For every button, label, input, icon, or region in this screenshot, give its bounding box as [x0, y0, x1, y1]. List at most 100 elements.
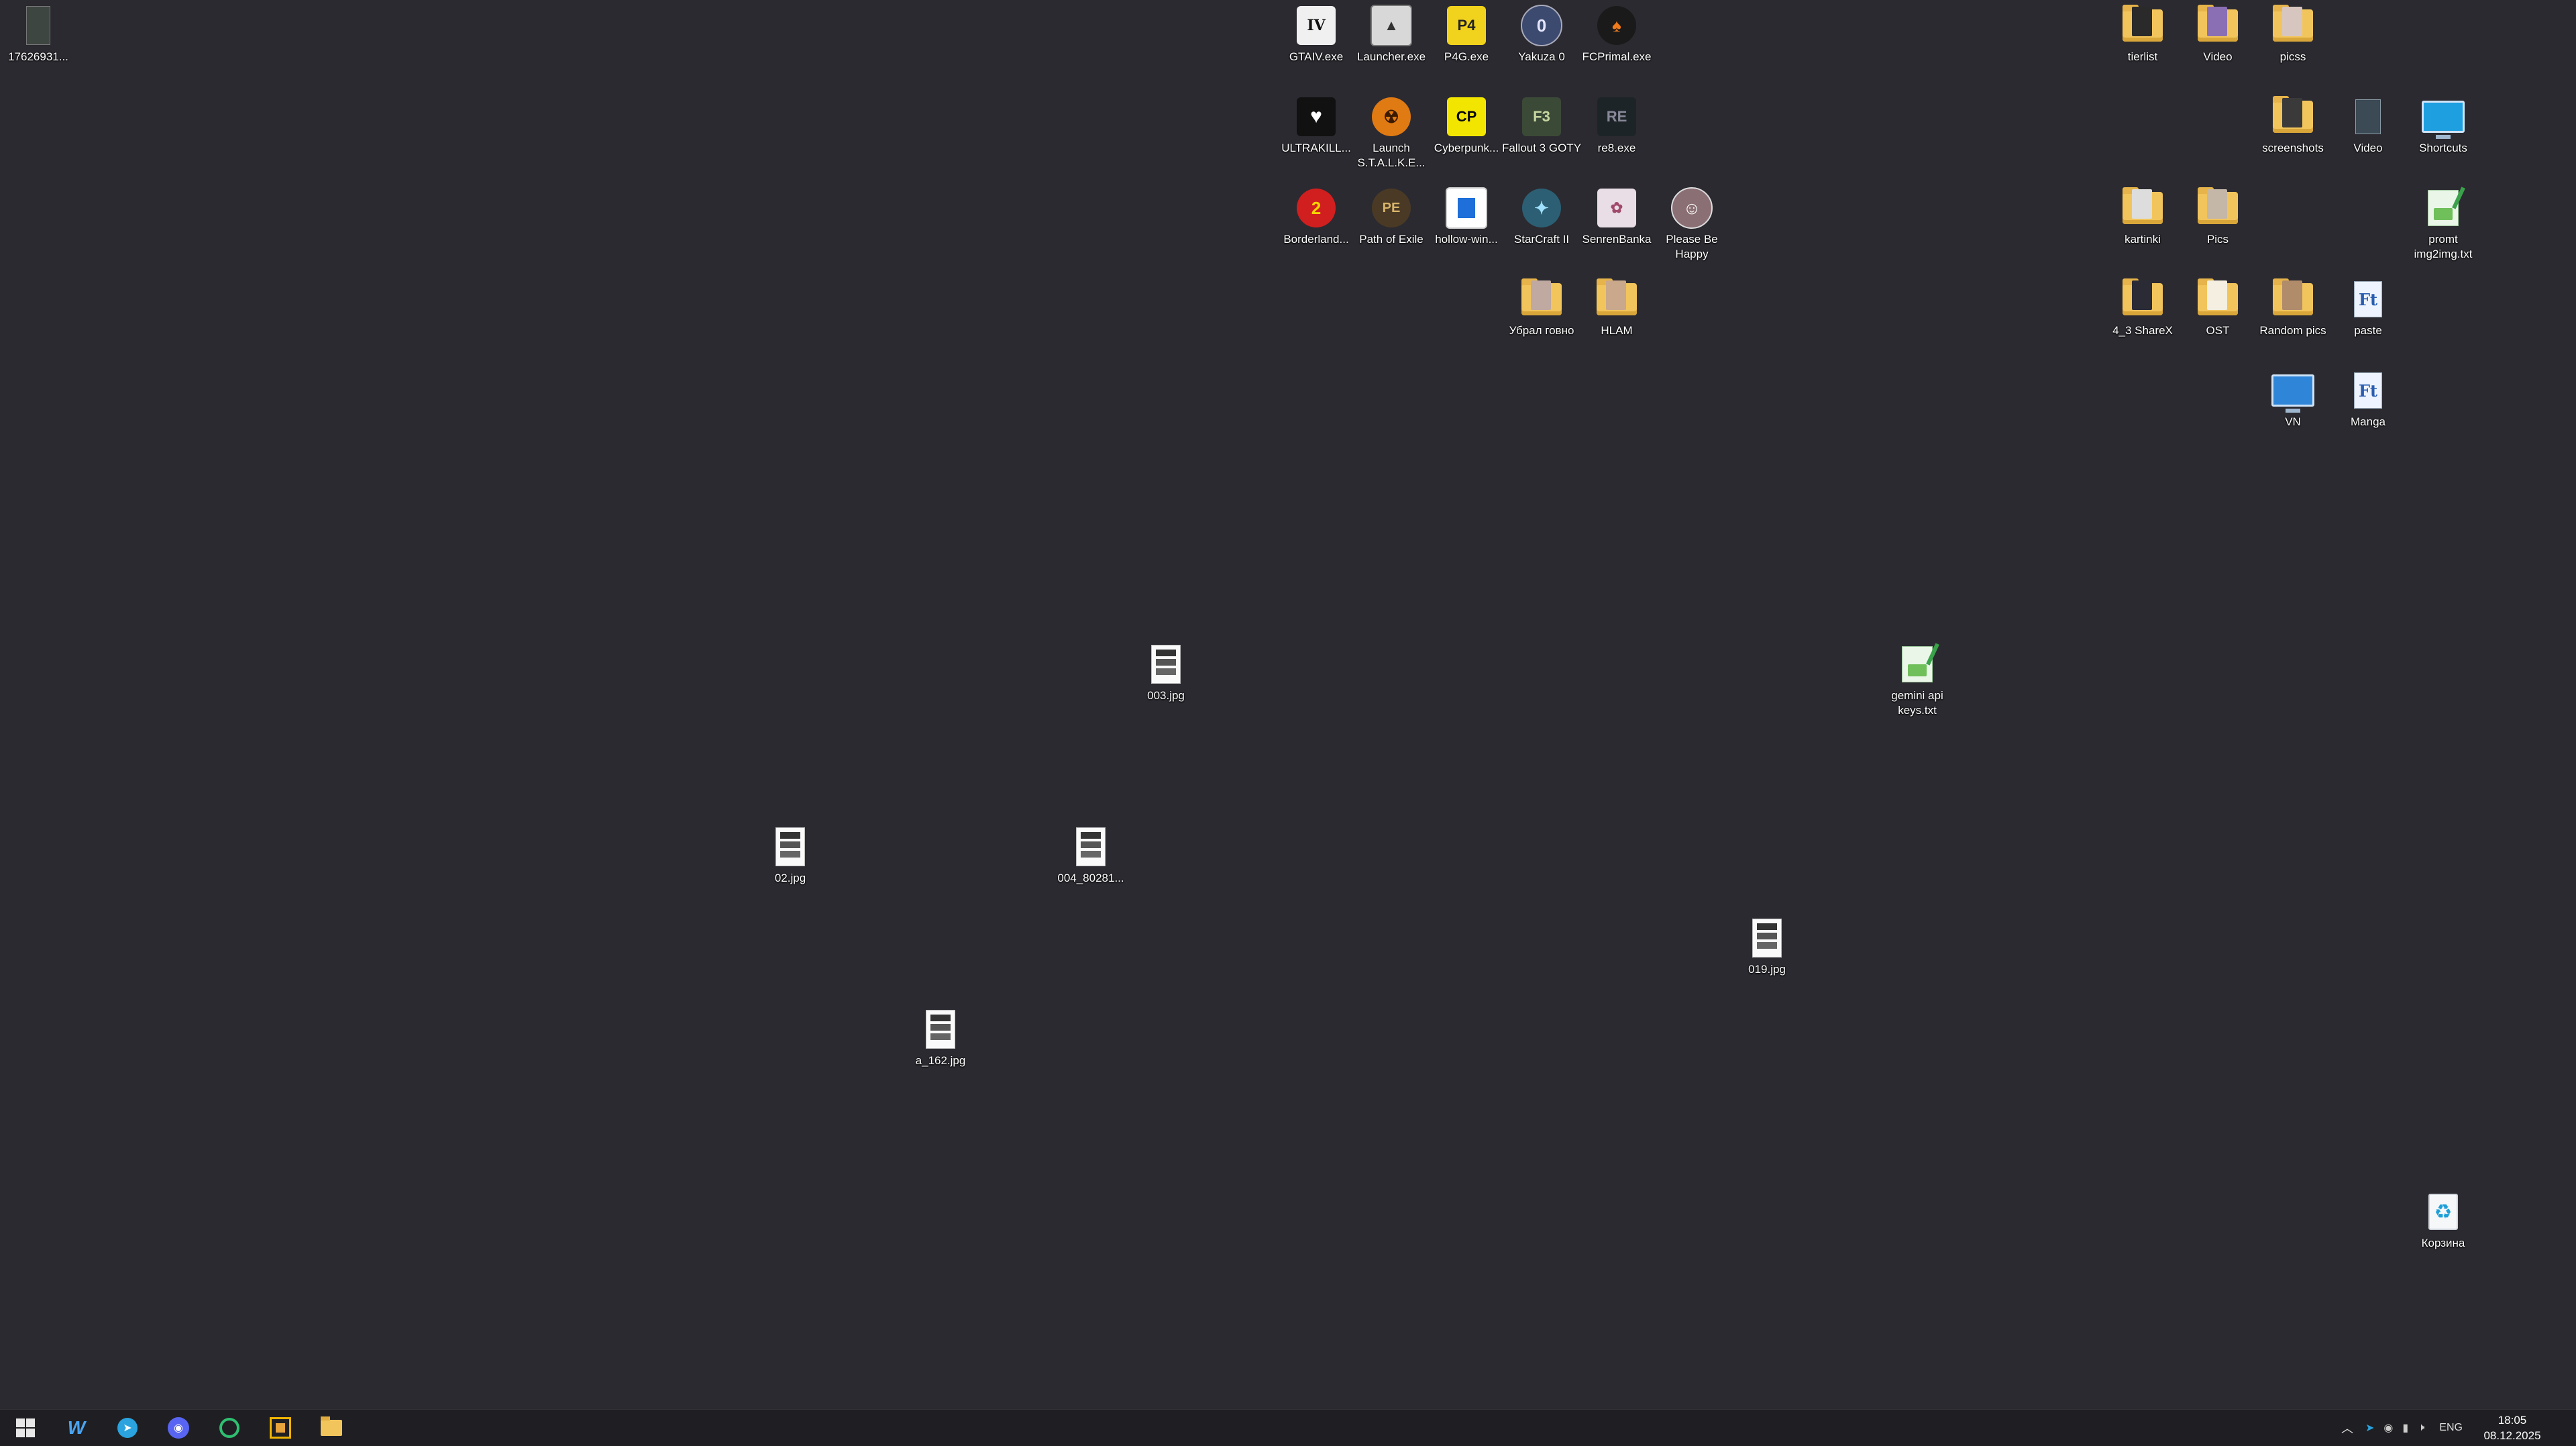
desktop-icon-a-162-jpg[interactable]: a_162.jpg: [900, 1004, 981, 1084]
folder-icon: [2271, 278, 2314, 321]
icon-label: HLAM: [1601, 324, 1633, 337]
stalker-icon: ☢: [1370, 95, 1413, 138]
desktop-icon-019-jpg[interactable]: 019.jpg: [1727, 913, 1807, 993]
desktop-icon-video-folder[interactable]: Video: [2178, 0, 2258, 81]
desktop-icon-p4g[interactable]: P4 P4G.exe: [1426, 0, 1507, 81]
desktop-icon-cyberpunk[interactable]: CP Cyberpunk...: [1426, 91, 1507, 172]
hollow-icon: [1445, 187, 1488, 229]
language-indicator[interactable]: ENG: [2439, 1422, 2463, 1434]
chevron-up-icon[interactable]: ︿: [2341, 1419, 2353, 1437]
taskbar-telegram[interactable]: ➤: [114, 1414, 141, 1441]
start-button[interactable]: [12, 1414, 39, 1441]
desktop-icon-borderlands[interactable]: 2 Borderland...: [1276, 183, 1356, 263]
desktop-icon-4-3-sharex[interactable]: 4_3 ShareX: [2102, 274, 2183, 354]
text-file-icon: [2422, 187, 2465, 229]
desktop-icon-17626931[interactable]: 17626931...: [0, 0, 78, 81]
desktop-icon-gemini-api-keys[interactable]: gemini api keys.txt: [1877, 639, 1957, 719]
icon-label: VN: [2285, 415, 2301, 428]
desktop-icon-003-jpg[interactable]: 003.jpg: [1126, 639, 1206, 719]
taskbar-sharex[interactable]: [267, 1414, 294, 1441]
telegram-tray-icon[interactable]: ➤: [2365, 1421, 2374, 1435]
desktop-icon-recycle-bin[interactable]: ♻ Корзина: [2403, 1186, 2483, 1267]
folder-icon: [321, 1416, 342, 1436]
desktop-icon-004-80281[interactable]: 004_80281...: [1051, 821, 1131, 902]
fcprimal-icon: ♠: [1595, 4, 1638, 47]
folder-icon: [2121, 187, 2164, 229]
windows-icon: [16, 1418, 35, 1437]
recycle-bin-icon: ♻: [2422, 1190, 2465, 1233]
senren-icon: ✿: [1595, 187, 1638, 229]
icon-label: Please Be Happy: [1666, 233, 1718, 260]
desktop-icon-re8[interactable]: RE re8.exe: [1576, 91, 1657, 172]
desktop-icon-promt-img2img[interactable]: promt img2img.txt: [2403, 183, 2483, 263]
desktop-icon-senrenbanka[interactable]: ✿ SenrenBanka: [1576, 183, 1657, 263]
icon-label: ULTRAKILL...: [1281, 142, 1351, 154]
desktop-icon-manga[interactable]: Ft Manga: [2328, 365, 2408, 446]
icon-label: GTAIV.exe: [1289, 50, 1344, 63]
telegram-icon: ➤: [117, 1418, 138, 1438]
taskbar-w-app[interactable]: W: [63, 1414, 90, 1441]
re8-icon: RE: [1595, 95, 1638, 138]
icon-label: Borderland...: [1283, 233, 1349, 246]
icon-label: gemini api keys.txt: [1891, 689, 1943, 717]
desktop-icon-ultrakill[interactable]: ♥ ULTRAKILL...: [1276, 91, 1356, 172]
desktop-icon-yakuza[interactable]: 0 Yakuza 0: [1501, 0, 1582, 81]
folder-icon: [2121, 278, 2164, 321]
desktop-icon-ubral-govno[interactable]: Убрал говно: [1501, 274, 1582, 354]
desktop-icon-kartinki[interactable]: kartinki: [2102, 183, 2183, 263]
desktop-icon-pics[interactable]: Pics: [2178, 183, 2258, 263]
icon-label: OST: [2206, 324, 2230, 337]
desktop-icon-path-of-exile[interactable]: PE Path of Exile: [1351, 183, 1432, 263]
w-app-icon: W: [67, 1417, 86, 1438]
clock[interactable]: 18:05 08.12.2025: [2475, 1412, 2549, 1443]
desktop-icon-hlam[interactable]: HLAM: [1576, 274, 1657, 354]
gtaiv-icon: IV: [1295, 4, 1338, 47]
desktop-icon-ost[interactable]: OST: [2178, 274, 2258, 354]
desktop-icon-paste[interactable]: Ft paste: [2328, 274, 2408, 354]
taskbar-discord[interactable]: ◉: [165, 1414, 192, 1441]
desktop-icon-please-be-happy[interactable]: ☺ Please Be Happy: [1652, 183, 1732, 263]
shield-icon[interactable]: ▮: [2402, 1421, 2408, 1435]
desktop-icon-hollow-win[interactable]: hollow-win...: [1426, 183, 1507, 263]
launcher-icon: ▲: [1370, 4, 1413, 47]
icon-label: 019.jpg: [1748, 963, 1786, 976]
icon-label: Yakuza 0: [1518, 50, 1565, 63]
clock-date: 08.12.2025: [2483, 1429, 2541, 1442]
taskbar-file-explorer[interactable]: [318, 1414, 345, 1441]
discord-icon: ◉: [168, 1417, 189, 1439]
icon-label: Random pics: [2259, 324, 2326, 337]
speaker-icon[interactable]: 🕨: [2418, 1422, 2424, 1434]
desktop-icon-tierlist[interactable]: tierlist: [2102, 0, 2183, 81]
font-file-icon: Ft: [2347, 369, 2390, 412]
image-file-icon: [17, 4, 60, 47]
desktop-icon-launcher[interactable]: ▲ Launcher.exe: [1351, 0, 1432, 81]
cyberpunk-icon: CP: [1445, 95, 1488, 138]
desktop-icon-stalker[interactable]: ☢ Launch S.T.A.L.K.E...: [1351, 91, 1432, 172]
folder-icon: [2196, 4, 2239, 47]
p4g-icon: P4: [1445, 4, 1488, 47]
desktop-icon-shortcuts[interactable]: Shortcuts: [2403, 91, 2483, 172]
taskbar-green-app[interactable]: [216, 1414, 243, 1441]
taskbar: W ➤ ◉ ︿ ➤ ◉ ▮ 🕨 ENG 18:05 08.12.2025: [0, 1409, 2576, 1446]
icon-label: Launcher.exe: [1356, 50, 1426, 63]
icon-label: Path of Exile: [1359, 233, 1424, 246]
desktop-icon-vn[interactable]: VN: [2253, 365, 2333, 446]
icon-label: StarCraft II: [1513, 233, 1570, 246]
desktop-icon-screenshots[interactable]: screenshots: [2253, 91, 2333, 172]
desktop-icon-random-pics[interactable]: Random pics: [2253, 274, 2333, 354]
desktop-icon-gtaiv[interactable]: IV GTAIV.exe: [1276, 0, 1356, 81]
icon-label: 004_80281...: [1057, 872, 1124, 884]
text-file-icon: [1896, 643, 1939, 686]
folder-icon: [1595, 278, 1638, 321]
desktop-icon-fallout3[interactable]: F3 Fallout 3 GOTY: [1501, 91, 1582, 172]
desktop-icon-video-shortcut[interactable]: Video: [2328, 91, 2408, 172]
borderlands-icon: 2: [1295, 187, 1338, 229]
icon-label: SenrenBanka: [1582, 233, 1652, 246]
desktop-icon-02-jpg[interactable]: 02.jpg: [750, 821, 830, 902]
desktop-icon-starcraft[interactable]: ✦ StarCraft II: [1501, 183, 1582, 263]
discord-tray-icon[interactable]: ◉: [2383, 1421, 2393, 1435]
folder-icon: [2271, 95, 2314, 138]
desktop-icon-picss[interactable]: picss: [2253, 0, 2333, 81]
desktop-icon-fcprimal[interactable]: ♠ FCPrimal.exe: [1576, 0, 1657, 81]
icon-label: a_162.jpg: [915, 1054, 966, 1067]
